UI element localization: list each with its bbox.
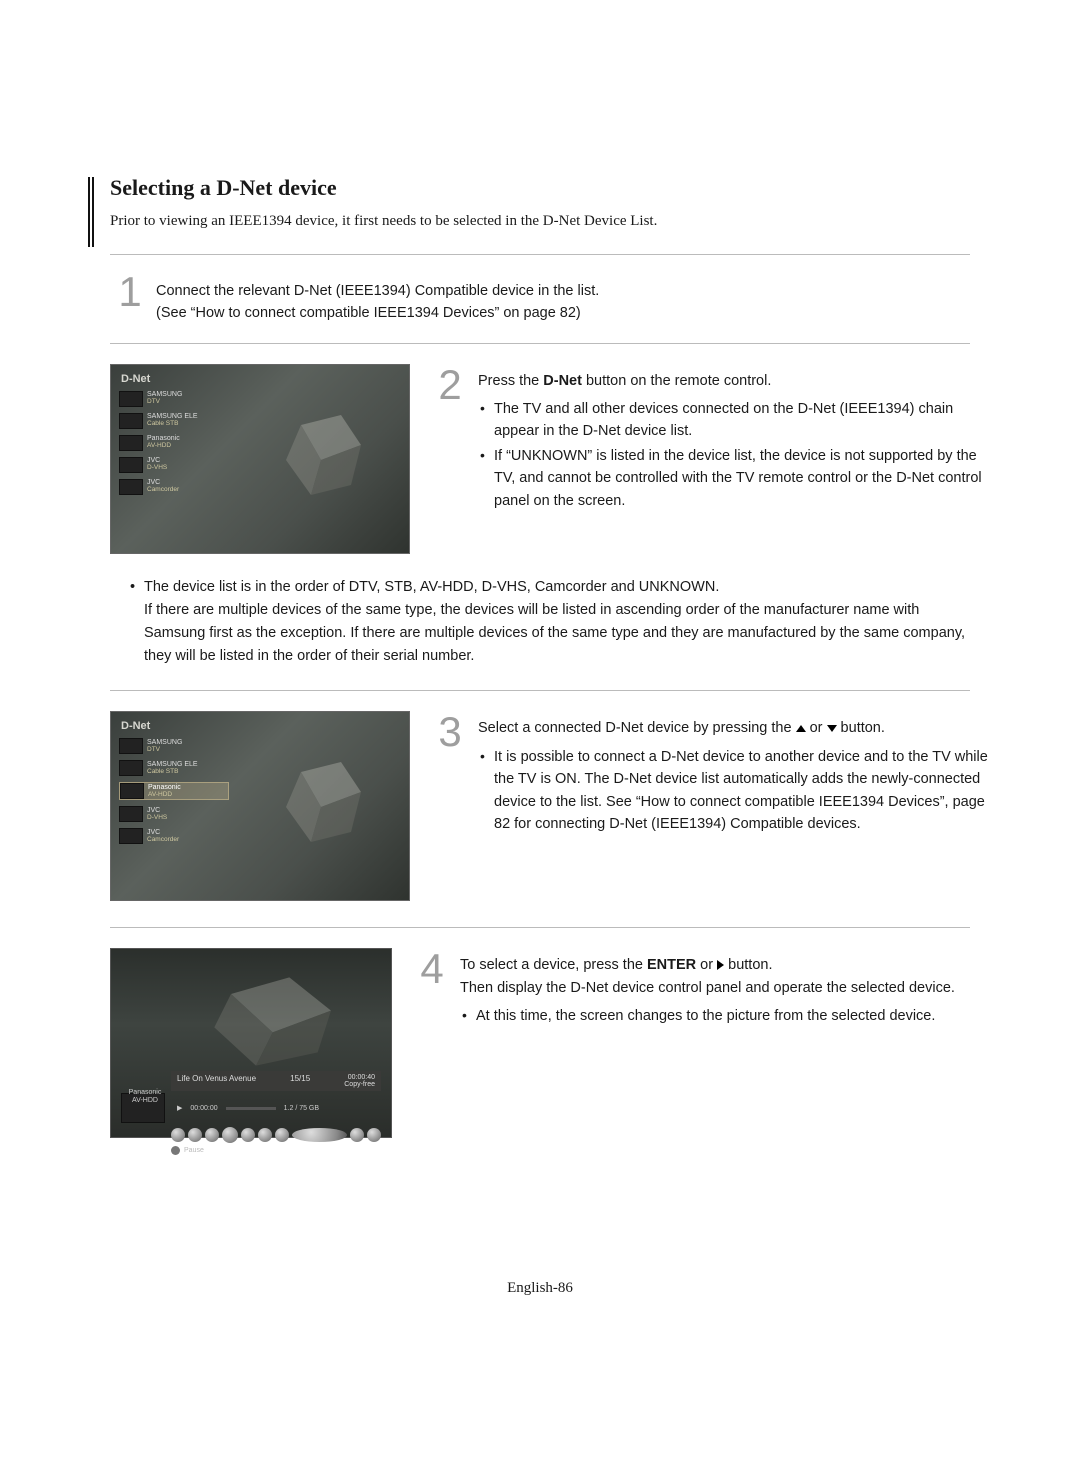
device-sub: AV-HDD — [148, 792, 224, 799]
transport-btn-icon — [171, 1128, 185, 1142]
transport-btn-icon — [258, 1128, 272, 1142]
up-arrow-icon — [796, 725, 806, 732]
device-item: JVCD-VHS — [119, 806, 229, 822]
screenshot-dnet-list-1: D-Net SAMSUNGDTV SAMSUNG ELECable STB Pa… — [110, 364, 410, 554]
device-item: SAMSUNG ELECable STB — [119, 760, 229, 776]
playback-state: Pause — [184, 1147, 204, 1154]
step-3-lead: Select a connected D-Net device by press… — [478, 717, 988, 739]
device-icon — [119, 413, 143, 429]
device-item: JVCCamcorder — [119, 828, 229, 844]
device-sub: Cable STB — [147, 769, 223, 776]
device-sub: Camcorder — [147, 487, 223, 494]
intro-text: Prior to viewing an IEEE1394 device, it … — [110, 213, 970, 230]
device-icon — [119, 806, 143, 822]
timecode: 00:00:40 — [348, 1074, 375, 1081]
step-1-line-1: Connect the relevant D-Net (IEEE1394) Co… — [156, 283, 599, 299]
cube-graphic — [191, 969, 371, 1069]
step-1-text: Connect the relevant D-Net (IEEE1394) Co… — [156, 271, 599, 325]
heading-ornament-bars — [88, 177, 94, 247]
step-4-line-2: Then display the D-Net device control pa… — [460, 980, 955, 996]
device-icon — [119, 760, 143, 776]
device-sub: Cable STB — [147, 421, 223, 428]
step-2-bullet-1: The TV and all other devices connected o… — [494, 398, 988, 443]
device-item: SAMSUNGDTV — [119, 391, 229, 407]
transport-btn-icon — [367, 1128, 381, 1142]
screenshot-dnet-list-2: D-Net SAMSUNGDTV SAMSUNG ELECable STB Pa… — [110, 711, 410, 901]
device-sub: DTV — [147, 399, 223, 406]
step-4-row: Life On Venus Avenue 15/15 00:00:40 Copy… — [110, 948, 970, 1138]
page-content: Selecting a D-Net device Prior to viewin… — [110, 175, 970, 1138]
device-icon — [119, 828, 143, 844]
mid-note: The device list is in the order of DTV, … — [110, 576, 970, 669]
device-item-selected: PanasonicAV-HDD — [119, 782, 229, 800]
dnet-title: D-Net — [121, 373, 150, 385]
transport-buttons — [171, 1127, 381, 1143]
step-2-lead: Press the D-Net button on the remote con… — [478, 370, 988, 392]
transport-btn-icon — [205, 1128, 219, 1142]
position: 00:00:00 — [190, 1105, 217, 1112]
device-icon — [119, 457, 143, 473]
divider — [110, 927, 970, 928]
down-arrow-icon — [827, 725, 837, 732]
divider — [110, 254, 970, 255]
storage-size: 1.2 / 75 GB — [284, 1105, 319, 1112]
chapter-indicator: 15/15 — [290, 1074, 310, 1088]
divider — [110, 690, 970, 691]
step-4: 4 To select a device, press the ENTER or… — [412, 948, 970, 1029]
control-title-row: Life On Venus Avenue 15/15 00:00:40 Copy… — [171, 1071, 381, 1091]
transport-btn-icon — [222, 1127, 238, 1143]
device-sub: D-VHS — [147, 815, 223, 822]
transport-btn-icon — [350, 1128, 364, 1142]
mid-note-bullet: The device list is in the order of DTV, … — [144, 576, 970, 669]
device-sub: Camcorder — [147, 837, 223, 844]
section-heading: Selecting a D-Net device — [110, 175, 970, 201]
device-list: SAMSUNGDTV SAMSUNG ELECable STB Panasoni… — [119, 391, 229, 501]
screenshot-control-panel: Life On Venus Avenue 15/15 00:00:40 Copy… — [110, 948, 392, 1138]
device-sub: AV-HDD — [147, 443, 223, 450]
device-list: SAMSUNGDTV SAMSUNG ELECable STB Panasoni… — [119, 738, 229, 850]
step-number-2: 2 — [430, 364, 470, 406]
device-icon — [120, 783, 144, 799]
ctrl-device-sub: AV-HDD — [132, 1097, 158, 1104]
device-item: PanasonicAV-HDD — [119, 435, 229, 451]
device-sub: D-VHS — [147, 465, 223, 472]
cube-graphic — [261, 752, 381, 852]
media-title: Life On Venus Avenue — [177, 1074, 256, 1088]
device-item: JVCCamcorder — [119, 479, 229, 495]
step-3-row: D-Net SAMSUNGDTV SAMSUNG ELECable STB Pa… — [110, 711, 970, 901]
device-icon — [119, 435, 143, 451]
step-3: 3 Select a connected D-Net device by pre… — [430, 711, 988, 837]
cube-graphic — [261, 405, 381, 505]
page-footer: English-86 — [0, 1280, 1080, 1297]
transport-btn-icon — [188, 1128, 202, 1142]
device-icon — [119, 391, 143, 407]
playback-state-row: Pause — [171, 1146, 381, 1155]
pause-icon — [171, 1146, 180, 1155]
step-number-4: 4 — [412, 948, 452, 990]
device-icon — [119, 738, 143, 754]
copy-status: Copy-free — [344, 1081, 375, 1088]
device-item: SAMSUNGDTV — [119, 738, 229, 754]
ctrl-device-name: Panasonic — [129, 1089, 162, 1096]
transport-btn-icon — [241, 1128, 255, 1142]
step-number-3: 3 — [430, 711, 470, 753]
step-1: 1 Connect the relevant D-Net (IEEE1394) … — [110, 271, 970, 325]
step-2-row: D-Net SAMSUNGDTV SAMSUNG ELECable STB Pa… — [110, 364, 970, 554]
step-3-bullet-1: It is possible to connect a D-Net device… — [494, 746, 988, 836]
step-4-bullet-1: At this time, the screen changes to the … — [476, 1005, 970, 1027]
control-bar: Life On Venus Avenue 15/15 00:00:40 Copy… — [121, 1071, 381, 1127]
step-2-bullet-2: If “UNKNOWN” is listed in the device lis… — [494, 445, 988, 512]
device-icon — [119, 479, 143, 495]
step-number-1: 1 — [110, 271, 150, 313]
device-item: JVCD-VHS — [119, 457, 229, 473]
transport-btn-icon — [275, 1128, 289, 1142]
step-4-lead: To select a device, press the ENTER or b… — [460, 954, 970, 999]
divider — [110, 343, 970, 344]
dnet-title: D-Net — [121, 720, 150, 732]
device-item: SAMSUNG ELECable STB — [119, 413, 229, 429]
step-1-line-2: (See “How to connect compatible IEEE1394… — [156, 305, 581, 321]
device-sub: DTV — [147, 747, 223, 754]
progress-bar — [226, 1107, 276, 1110]
step-2: 2 Press the D-Net button on the remote c… — [430, 364, 988, 515]
